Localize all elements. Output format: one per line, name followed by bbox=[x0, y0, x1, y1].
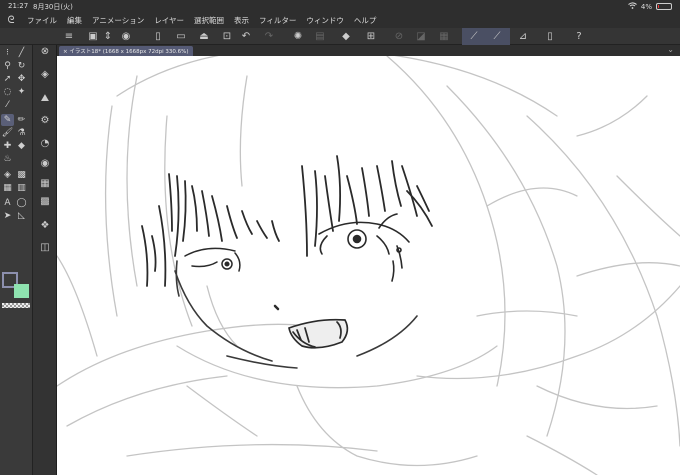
menu-animation[interactable]: アニメーション bbox=[87, 15, 149, 26]
menu-view[interactable]: 表示 bbox=[229, 15, 254, 26]
clear-icon[interactable]: ▤ bbox=[313, 30, 327, 43]
clip-studio-logo-icon[interactable]: ᘓ bbox=[0, 15, 22, 26]
menu-bar: ᘓ ファイル 編集 アニメーション レイヤー 選択範囲 表示 フィルター ウィン… bbox=[0, 12, 680, 28]
close-palette-icon[interactable]: ⊗ bbox=[38, 45, 52, 58]
frame-icon[interactable]: ▥ bbox=[15, 182, 28, 194]
status-date: 8月30日(火) bbox=[33, 3, 73, 11]
document-tab[interactable]: × イラスト18* (1668 x 1668px 72dpi 330.6%) bbox=[59, 46, 193, 56]
fill-icon[interactable]: ◆ bbox=[339, 30, 353, 43]
open-file-icon[interactable]: ▭ bbox=[174, 30, 188, 43]
status-bar: 21:27 8月30日(火) 4% bbox=[0, 0, 680, 12]
color-wheel-icon[interactable]: ◉ bbox=[38, 157, 52, 170]
transparent-icon[interactable]: ◪ bbox=[414, 30, 428, 43]
airbrush-icon[interactable]: ⚗ bbox=[15, 127, 28, 139]
magic-wand-icon[interactable]: ✦ bbox=[15, 86, 28, 98]
snap-grid-icon[interactable]: ⊿ bbox=[516, 30, 530, 43]
balloon-icon[interactable]: ◯ bbox=[15, 197, 28, 209]
menu-window[interactable]: ウィンドウ bbox=[301, 15, 349, 26]
redo-icon[interactable]: ↷ bbox=[262, 30, 276, 43]
operation-icon[interactable]: ➚ bbox=[1, 73, 14, 85]
menu-help[interactable]: ヘルプ bbox=[349, 15, 382, 26]
rotate-icon[interactable]: ↻ bbox=[15, 60, 28, 72]
text-icon[interactable]: A bbox=[1, 197, 14, 209]
wifi-icon bbox=[628, 2, 637, 11]
record-icon[interactable]: ◉ bbox=[119, 30, 133, 43]
save-icon[interactable]: ⏏ bbox=[197, 30, 211, 43]
move-layer-icon[interactable]: ✥ bbox=[15, 73, 28, 85]
tab-close-icon[interactable]: × bbox=[63, 49, 68, 55]
tool-palette: ⁝ ╱ ⚲ ↻ ➚ ✥ ◌ ✦ ⁄ ✎ ✏ 🖌 ⚗ ✚ ◆ ♨ ◈ ▩ ▦ ▥ … bbox=[0, 45, 33, 475]
menu-file[interactable]: ファイル bbox=[22, 15, 62, 26]
pen-icon[interactable]: ✎ bbox=[1, 114, 14, 126]
status-right: 4% bbox=[628, 2, 672, 11]
import-icon[interactable]: ⊡ bbox=[220, 30, 234, 43]
fill-bucket-icon[interactable]: ◈ bbox=[1, 169, 14, 181]
figure-icon[interactable]: ▦ bbox=[1, 182, 14, 194]
menu-filter[interactable]: フィルター bbox=[254, 15, 301, 26]
sketch-artwork bbox=[57, 56, 680, 475]
battery-icon bbox=[656, 3, 672, 10]
menu-icon[interactable]: ≡ bbox=[62, 30, 76, 43]
snap-ruler-icon[interactable]: ⟋ bbox=[467, 30, 481, 43]
decoration-icon[interactable]: ✚ bbox=[1, 140, 14, 152]
help-icon[interactable]: ? bbox=[572, 30, 586, 43]
navigator-icon[interactable]: ▩ bbox=[38, 195, 52, 208]
eraser-icon[interactable]: ◆ bbox=[15, 140, 28, 152]
palette-dock: ⊗ ◈ ⛰ ⚙ ◔ ◉ ▦ ▩ ❖ ◫ bbox=[33, 45, 57, 475]
zoom-icon[interactable]: ⚲ bbox=[1, 60, 14, 72]
sub-tool-icon[interactable]: ⛰ bbox=[38, 92, 52, 105]
menu-edit[interactable]: 編集 bbox=[62, 15, 87, 26]
document-tab-bar: × イラスト18* (1668 x 1668px 72dpi 330.6%) ⌄ bbox=[57, 45, 680, 56]
blend-icon[interactable]: ♨ bbox=[1, 153, 14, 165]
menu-selection[interactable]: 選択範囲 bbox=[189, 15, 229, 26]
gradient-icon[interactable]: ▩ bbox=[15, 169, 28, 181]
lasso-icon[interactable]: ◌ bbox=[1, 86, 14, 98]
color-set-icon[interactable]: ▦ bbox=[38, 177, 52, 190]
drawing-canvas[interactable] bbox=[57, 56, 680, 475]
chevron-down-icon[interactable]: ⌄ bbox=[667, 45, 674, 54]
menu-layer[interactable]: レイヤー bbox=[149, 15, 189, 26]
layer-palette-icon[interactable]: ◈ bbox=[38, 68, 52, 81]
pen-quick-icon[interactable]: ╱ bbox=[15, 47, 28, 59]
tool-property-icon[interactable]: ⚙ bbox=[38, 114, 52, 127]
material-icon[interactable]: ❖ bbox=[38, 219, 52, 232]
sub-color-swatch[interactable] bbox=[14, 284, 29, 298]
draw-area-icon[interactable]: ▦ bbox=[437, 30, 451, 43]
new-file-icon[interactable]: ▯ bbox=[151, 30, 165, 43]
eyedropper-icon[interactable]: ⁄ bbox=[1, 99, 14, 111]
crop-icon[interactable]: ⊞ bbox=[364, 30, 378, 43]
brush-size-icon[interactable]: ◔ bbox=[38, 137, 52, 150]
collapse-icon[interactable]: ⁝ bbox=[1, 47, 14, 59]
object-icon[interactable]: ➤ bbox=[1, 210, 14, 222]
ruler-icon[interactable]: ◺ bbox=[15, 210, 28, 222]
device-icon[interactable]: ▯ bbox=[543, 30, 557, 43]
battery-percent: 4% bbox=[640, 2, 652, 11]
pencil-icon[interactable]: ✏ bbox=[15, 114, 28, 126]
chevron-updown-icon[interactable]: ⇕ bbox=[101, 30, 115, 43]
loading-icon[interactable]: ✺ bbox=[291, 30, 305, 43]
undo-icon[interactable]: ↶ bbox=[239, 30, 253, 43]
command-bar: ≡ ▣ ⇕ ◉ ▯ ▭ ⏏ ⊡ ↶ ↷ ✺ ▤ ◆ ⊞ ⊘ ◪ ▦ ⟋ ⟋ ⊿ … bbox=[0, 28, 680, 45]
history-icon[interactable]: ◫ bbox=[38, 241, 52, 254]
brush-icon[interactable]: 🖌 bbox=[1, 127, 14, 139]
new-document-icon[interactable]: ▣ bbox=[86, 30, 100, 43]
transparent-color-swatch[interactable] bbox=[2, 303, 30, 308]
document-tab-label: イラスト18* (1668 x 1668px 72dpi 330.6%) bbox=[69, 49, 189, 55]
transform-icon[interactable]: ⊘ bbox=[392, 30, 406, 43]
status-time: 21:27 bbox=[8, 2, 29, 10]
snap-special-ruler-icon[interactable]: ⟋ bbox=[490, 30, 504, 43]
